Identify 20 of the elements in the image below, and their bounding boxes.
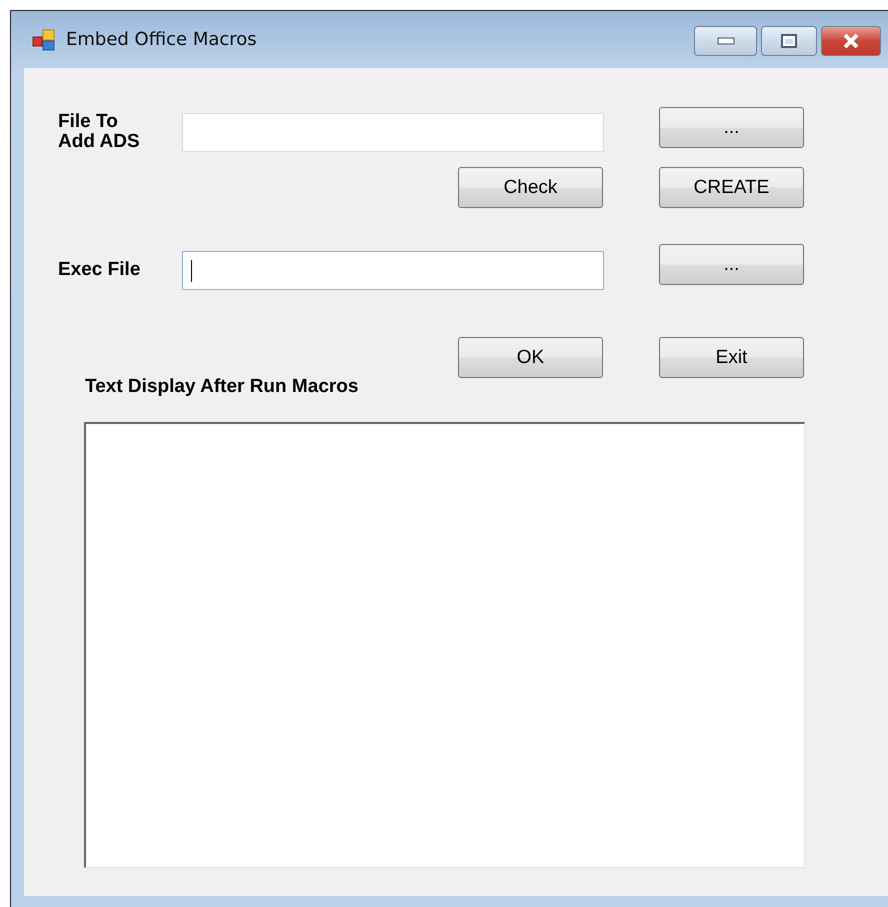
close-icon bbox=[842, 32, 860, 48]
action-button[interactable]: Exit bbox=[659, 337, 804, 378]
field-label: File To Add ADS bbox=[58, 110, 141, 152]
text-cursor bbox=[191, 260, 192, 282]
browse-button[interactable]: ... bbox=[659, 107, 804, 148]
text-field[interactable] bbox=[182, 113, 604, 152]
action-button[interactable]: OK bbox=[458, 337, 603, 378]
field-label: Exec File bbox=[58, 258, 142, 280]
maximize-icon bbox=[781, 34, 797, 48]
maximize-button[interactable] bbox=[761, 26, 817, 56]
browse-button[interactable]: ... bbox=[659, 244, 804, 285]
close-button[interactable] bbox=[821, 26, 881, 56]
action-button[interactable]: CREATE bbox=[659, 167, 804, 208]
minimize-button[interactable] bbox=[694, 26, 757, 56]
text-field[interactable] bbox=[182, 251, 604, 290]
window-title: Embed Office Macros bbox=[66, 29, 257, 50]
app-icon bbox=[32, 28, 56, 52]
minimize-icon bbox=[716, 36, 734, 44]
action-button[interactable]: Check bbox=[458, 167, 603, 208]
output-label: Text Display After Run Macros bbox=[85, 376, 358, 397]
